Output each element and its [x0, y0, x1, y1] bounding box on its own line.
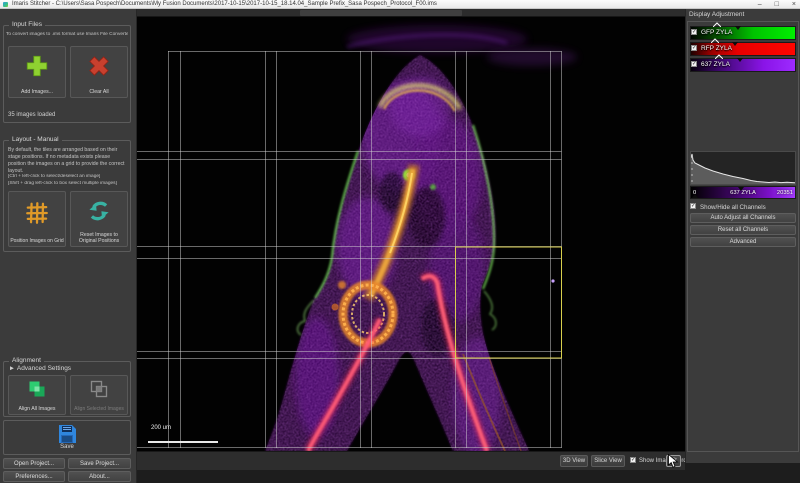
- layout-hint-ctrl: [Ctrl + left-click to select/deselect an…: [6, 174, 128, 179]
- imaris-stitcher-window: Imaris Stitcher - C:\Users\Sasa Pospech\…: [0, 0, 800, 483]
- scale-bar-line: [148, 441, 218, 443]
- range-marker-icon[interactable]: [737, 58, 743, 62]
- slice-slider-track: [137, 9, 685, 17]
- display-adjustment-title: Display Adjustment: [689, 11, 744, 18]
- histogram-min: 0: [693, 190, 696, 196]
- images-loaded-status: 35 images loaded: [8, 112, 55, 118]
- mouse-cursor: [668, 454, 679, 469]
- viewer-toolbar: 3D View Slice View Show Image Borders Fi…: [137, 451, 685, 470]
- channel-visible-checkbox[interactable]: [691, 29, 697, 35]
- display-adjustment-panel: Display Adjustment GFP ZYLA RFP ZYLA 637…: [685, 9, 800, 463]
- align-all-button[interactable]: Align All Images: [8, 375, 66, 415]
- save-button[interactable]: Save: [5, 422, 129, 453]
- channel-histogram[interactable]: [690, 151, 796, 185]
- show-image-borders-checkbox[interactable]: [630, 457, 636, 463]
- window-titlebar[interactable]: Imaris Stitcher - C:\Users\Sasa Pospech\…: [0, 0, 800, 9]
- right-bottom-strip: [685, 463, 800, 483]
- add-images-label: Add Images...: [10, 89, 64, 95]
- channel-visible-checkbox[interactable]: [691, 45, 697, 51]
- expander-arrow-icon: ▶: [10, 366, 14, 372]
- channel-row-637: 637 ZYLA: [690, 58, 796, 72]
- align-selected-label: Align Selected Images: [72, 406, 126, 412]
- about-button[interactable]: About...: [68, 471, 131, 482]
- control-panel: Input Files To convert images to .ims fo…: [0, 9, 137, 483]
- stitch-viewport[interactable]: 200 um: [137, 17, 685, 451]
- layout-description: By default, the tiles are arranged based…: [8, 147, 127, 175]
- channel-row-rfp: RFP ZYLA: [690, 42, 796, 56]
- clear-all-label: Clear All: [72, 89, 126, 95]
- open-project-button[interactable]: Open Project...: [3, 458, 65, 469]
- gamma-caret-icon[interactable]: [711, 38, 719, 43]
- converter-hint: To convert images to .ims format use Ima…: [6, 32, 128, 37]
- channel-visible-checkbox[interactable]: [691, 61, 697, 67]
- view-slice-button[interactable]: Slice View: [591, 455, 625, 467]
- view-3d-button[interactable]: 3D View: [560, 455, 588, 467]
- channel-label: RFP ZYLA: [701, 45, 732, 52]
- show-hide-channels-label: Show/Hide all Channels: [700, 204, 766, 211]
- gamma-caret-icon[interactable]: [713, 22, 721, 27]
- advanced-settings-label: Advanced Settings: [17, 365, 71, 372]
- range-marker-icon[interactable]: [735, 26, 741, 30]
- minimize-button[interactable]: –: [758, 0, 762, 9]
- histogram-channel: 637 ZYLA: [730, 190, 756, 196]
- image-canvas: 200 um 3D View Slice View Show Image Bor…: [137, 9, 685, 470]
- auto-adjust-button[interactable]: Auto Adjust all Channels: [690, 213, 796, 223]
- gamma-caret-icon[interactable]: [715, 54, 723, 59]
- align-all-label: Align All Images: [10, 406, 64, 412]
- slice-slider-handle[interactable]: [300, 10, 462, 16]
- channel-row-gfp: GFP ZYLA: [690, 26, 796, 40]
- close-button[interactable]: ×: [792, 0, 796, 9]
- scale-bar-label: 200 um: [151, 425, 171, 431]
- histogram-range-bar[interactable]: 0 637 ZYLA 20351: [690, 186, 796, 199]
- app-icon: [3, 2, 8, 7]
- position-on-grid-label: Position Images on Grid: [10, 238, 64, 244]
- save-label: Save: [6, 444, 128, 451]
- layout-manual-group: Layout - Manual By default, the tiles ar…: [3, 140, 131, 252]
- advanced-settings-expander[interactable]: ▶Advanced Settings: [10, 365, 71, 372]
- range-marker-icon[interactable]: [732, 42, 738, 46]
- window-title: Imaris Stitcher - C:\Users\Sasa Pospech\…: [12, 0, 437, 9]
- histogram-max: 20351: [777, 190, 793, 196]
- alignment-group: Alignment ▶Advanced Settings Align All I…: [3, 361, 131, 417]
- reset-channels-button[interactable]: Reset all Channels: [690, 225, 796, 235]
- preferences-button[interactable]: Preferences...: [3, 471, 65, 482]
- save-project-button[interactable]: Save Project...: [68, 458, 131, 469]
- reset-positions-button[interactable]: Reset Images to Original Positions: [70, 191, 128, 247]
- input-files-title: Input Files: [9, 21, 45, 28]
- show-hide-channels-checkbox[interactable]: [690, 203, 696, 209]
- add-images-button[interactable]: Add Images...: [8, 46, 66, 98]
- clear-all-button[interactable]: Clear All: [70, 46, 128, 98]
- input-files-group: Input Files To convert images to .ims fo…: [3, 25, 131, 123]
- align-selected-button[interactable]: Align Selected Images: [70, 375, 128, 415]
- stitched-image: [137, 17, 685, 451]
- save-group: Save: [3, 420, 131, 455]
- layout-hint-shift: [Shift + drag left-click to box select m…: [6, 181, 128, 186]
- maximize-button[interactable]: □: [775, 0, 779, 9]
- position-on-grid-button[interactable]: Position Images on Grid: [8, 191, 66, 247]
- alignment-title: Alignment: [9, 357, 44, 364]
- layout-manual-title: Layout - Manual: [9, 136, 62, 143]
- reset-positions-label: Reset Images to Original Positions: [72, 232, 126, 244]
- advanced-button[interactable]: Advanced: [690, 237, 796, 247]
- channel-label: 637 ZYLA: [701, 61, 730, 68]
- channel-label: GFP ZYLA: [701, 29, 732, 36]
